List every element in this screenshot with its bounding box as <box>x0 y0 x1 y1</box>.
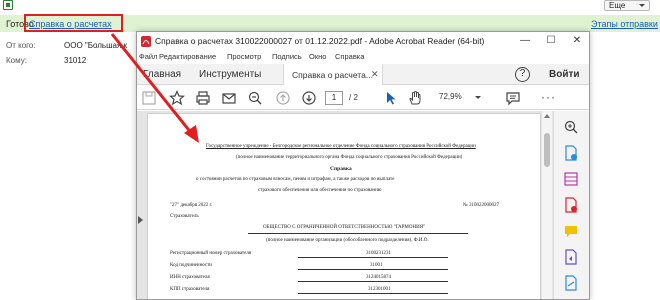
zoom-level[interactable]: 72,9% <box>439 92 462 101</box>
menu-file[interactable]: Файл <box>139 52 157 61</box>
tab-document-label: Справка о расчета... <box>292 70 373 80</box>
toolbar: 1 / 2 72,9% ··· <box>137 86 589 110</box>
doc-row-line <box>298 257 448 258</box>
title-bar: Справка о расчетах 310022000027 от 01.12… <box>137 32 589 50</box>
doc-row-line <box>298 293 448 294</box>
doc-subject-line-2: страхового обеспечения или обеспечения п… <box>258 188 382 193</box>
more-button[interactable]: Еще <box>604 0 650 11</box>
document-area: Государственное учреждение - Белгородско… <box>137 111 589 299</box>
to-label: Кому: <box>6 56 27 65</box>
doc-date: "27" декабря 2022 г. <box>170 203 213 208</box>
doc-insurer-label: Страхователь <box>170 214 199 219</box>
doc-row-value: 312301001 <box>368 287 391 292</box>
next-page-icon[interactable] <box>301 90 317 106</box>
minimize-button[interactable]: — <box>517 34 533 48</box>
scroll-thumb[interactable] <box>544 133 550 167</box>
doc-org-caption: (полное наименование территориального ор… <box>236 155 463 160</box>
doc-number: № 310022000027 <box>463 203 500 208</box>
hand-icon[interactable] <box>407 90 423 106</box>
maximize-button[interactable]: ☐ <box>543 34 559 48</box>
tab-document[interactable]: Справка о расчета... ✕ <box>283 64 383 85</box>
menu-view[interactable]: Просмотр <box>227 52 261 61</box>
zoom-search-icon[interactable] <box>563 119 579 135</box>
background-toolbar: Еще <box>0 0 660 13</box>
page-total: / 2 <box>349 93 358 102</box>
menu-sign[interactable]: Подпись <box>272 52 302 61</box>
doc-company: ОБЩЕСТВО С ОГРАНИЧЕННОЙ ОТВЕТСТВЕННОСТЬЮ… <box>263 225 426 230</box>
left-panel-toggle[interactable] <box>137 111 145 299</box>
doc-row-line <box>298 281 448 282</box>
more-button-label: Еще <box>609 1 626 10</box>
vertical-scrollbar[interactable] <box>542 111 552 299</box>
menu-edit[interactable]: Редактирование <box>159 52 216 61</box>
organize-pages-icon[interactable] <box>563 171 579 187</box>
window-title: Справка о расчетах 310022000027 от 01.12… <box>155 36 485 46</box>
from-value: ООО "Большая к <box>64 41 128 50</box>
comment-tool-icon[interactable] <box>563 223 579 239</box>
menu-bar: Файл Редактирование Просмотр Подпись Окн… <box>137 50 589 64</box>
menu-window[interactable]: Окно <box>309 52 326 61</box>
help-icon[interactable]: ? <box>515 67 530 82</box>
doc-org-header: Государственное учреждение - Белгородско… <box>206 144 476 149</box>
pdf-page: Государственное учреждение - Белгородско… <box>147 113 541 299</box>
expand-left-icon <box>138 216 143 224</box>
scroll-up-icon[interactable] <box>544 114 550 118</box>
doc-row-label: ИНН страхователя <box>170 275 210 280</box>
menu-help[interactable]: Справка <box>335 52 364 61</box>
doc-row-label: Регистрационный номер страхователя <box>170 251 252 256</box>
doc-row-value: 3100231231 <box>366 251 391 256</box>
doc-row-label: КПП страхователя <box>170 287 210 292</box>
doc-row-line <box>298 269 448 270</box>
select-cursor-icon[interactable] <box>383 90 399 106</box>
zoom-out-icon[interactable] <box>247 90 263 106</box>
save-icon[interactable] <box>141 90 157 106</box>
status-link[interactable]: Справка о расчетах <box>29 19 112 29</box>
doc-row-label: Код подчиненности <box>170 263 212 268</box>
acrobat-icon <box>141 36 151 47</box>
prev-page-icon[interactable] <box>275 90 291 106</box>
doc-row-value: 3124015874 <box>366 275 391 280</box>
right-tools-pane <box>553 111 589 299</box>
close-icon[interactable]: ✕ <box>371 69 379 80</box>
tab-bar: Главная Инструменты Справка о расчета...… <box>137 64 589 85</box>
tab-home[interactable]: Главная <box>143 69 181 80</box>
chevron-down-icon <box>639 4 645 7</box>
more-options-icon[interactable]: ··· <box>541 90 556 104</box>
close-button[interactable]: ✕ <box>569 34 585 48</box>
doc-subject-line-1: о состоянии расчетов по страховым взноса… <box>196 177 395 182</box>
export-pdf-icon[interactable] <box>563 197 579 213</box>
signin-button[interactable]: Войти <box>549 69 580 80</box>
doc-company-line <box>248 233 468 234</box>
email-icon[interactable] <box>221 90 237 106</box>
doc-company-caption: (полное наименование организации (обособ… <box>266 238 429 243</box>
reader-window: Справка о расчетах 310022000027 от 01.12… <box>136 31 590 300</box>
document-icon[interactable] <box>3 0 13 10</box>
tab-tools[interactable]: Инструменты <box>199 69 261 80</box>
zoom-dropdown-icon[interactable] <box>475 96 481 99</box>
doc-title: Справка <box>330 166 352 172</box>
doc-row-value: 31001 <box>370 263 383 268</box>
print-icon[interactable] <box>195 90 211 106</box>
page-number-input[interactable]: 1 <box>325 91 343 105</box>
fill-sign-icon[interactable] <box>563 275 579 291</box>
comment-icon[interactable] <box>505 90 521 106</box>
from-label: От кого: <box>6 41 36 50</box>
send-file-icon[interactable] <box>563 249 579 265</box>
star-icon[interactable] <box>169 90 185 106</box>
create-pdf-icon[interactable] <box>563 145 579 161</box>
stages-link[interactable]: Этапы отправки <box>591 19 658 29</box>
to-value: 31012 <box>64 56 87 65</box>
